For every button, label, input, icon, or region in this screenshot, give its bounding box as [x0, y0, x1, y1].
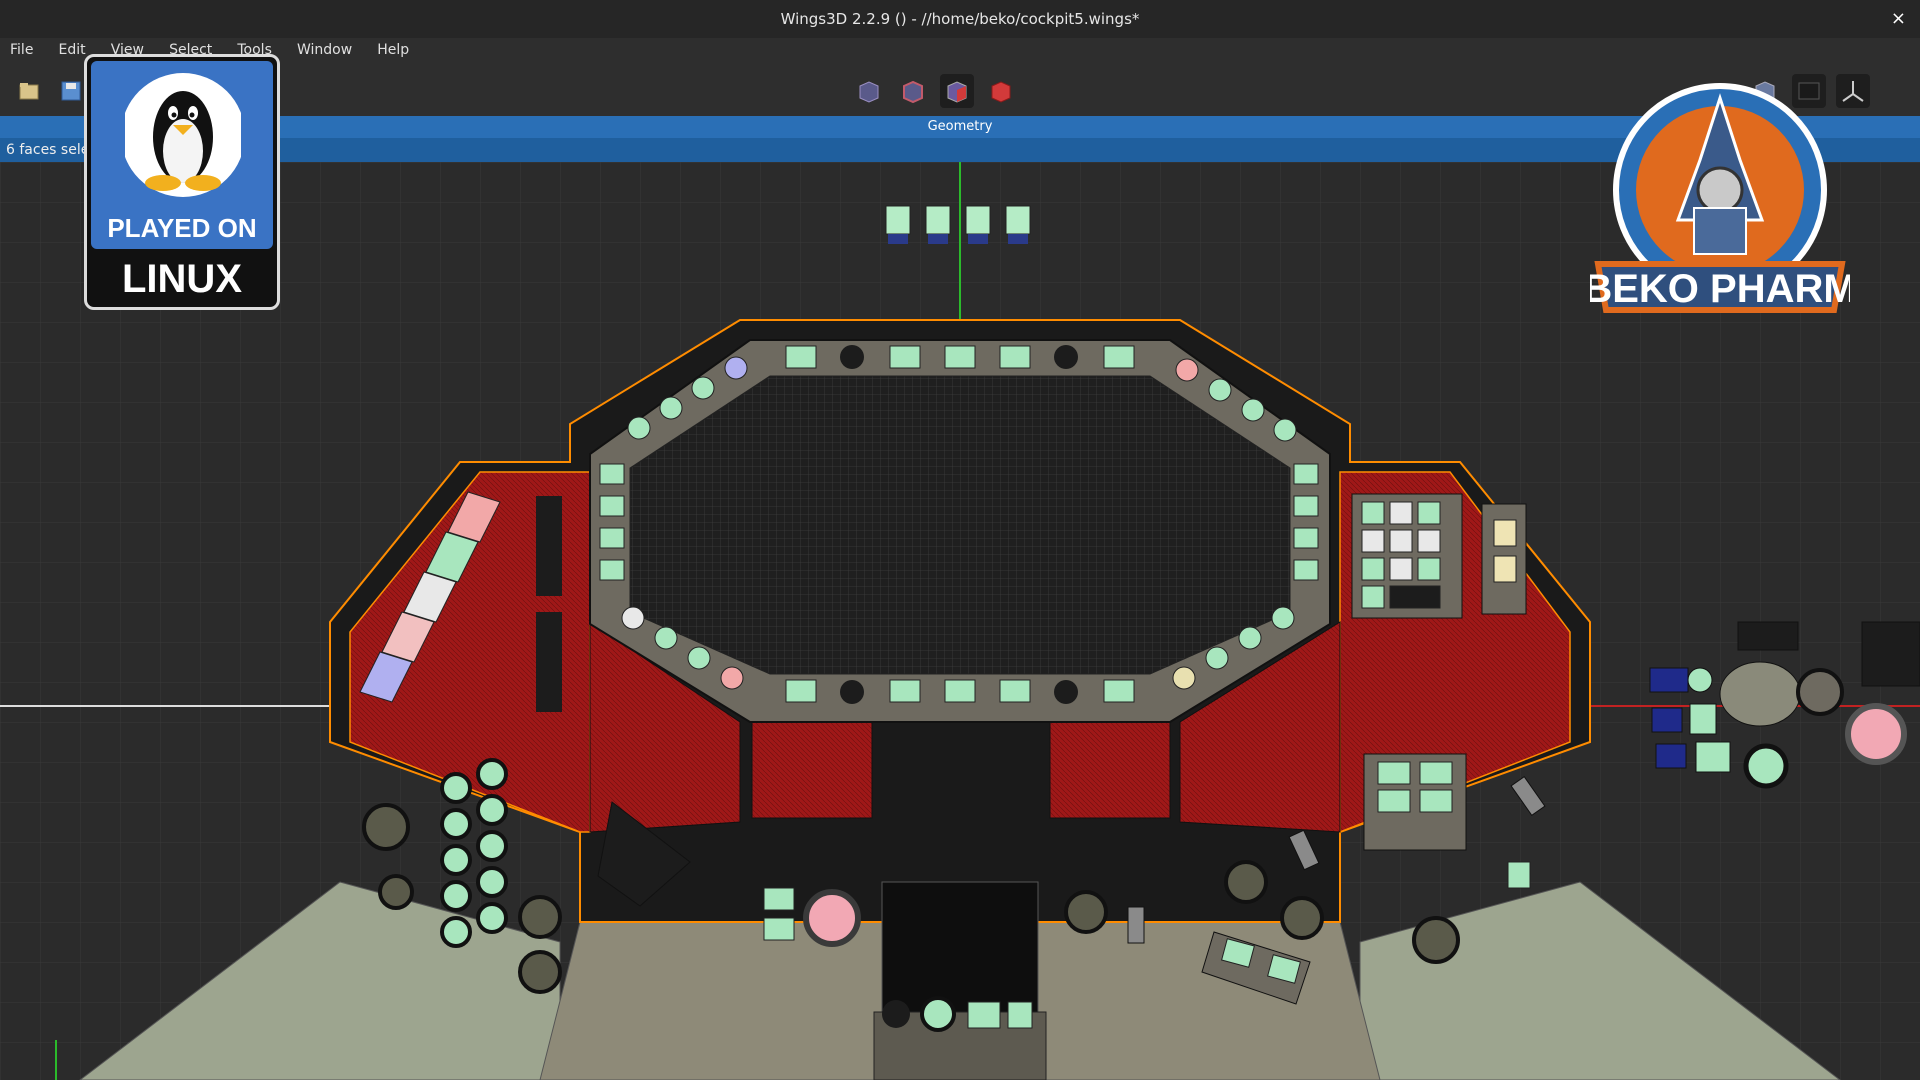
folder-icon — [19, 83, 39, 100]
tux-penguin-icon — [125, 73, 241, 197]
beko-pharm-logo: BEKO PHARM — [1590, 83, 1850, 313]
logo-text: BEKO PHARM — [1590, 267, 1850, 311]
center-left-panel — [751, 717, 873, 819]
window-title: Wings3D 2.2.9 () - //home/beko/cockpit5.… — [780, 10, 1140, 28]
open-file-button[interactable] — [12, 74, 46, 108]
edge-select-mode[interactable] — [896, 74, 930, 108]
edge-mode-icon — [903, 80, 923, 104]
face-select-mode[interactable] — [940, 74, 974, 108]
object-mode-icon — [991, 81, 1011, 103]
center-display — [881, 881, 1039, 1013]
object-select-mode[interactable] — [984, 74, 1018, 108]
menu-file[interactable]: File — [0, 38, 43, 58]
badge-line2: LINUX — [122, 257, 242, 301]
close-icon[interactable]: × — [1891, 0, 1906, 38]
save-file-button[interactable] — [54, 74, 88, 108]
menu-bar: File Edit View Select Tools Window Help — [0, 38, 1920, 64]
center-right-panel — [1049, 717, 1171, 819]
menu-help[interactable]: Help — [367, 38, 419, 58]
face-mode-icon — [947, 81, 967, 103]
vertex-select-mode[interactable] — [852, 74, 886, 108]
save-icon — [61, 81, 81, 101]
menu-window[interactable]: Window — [287, 38, 362, 58]
played-on-linux-badge: PLAYED ON LINUX — [84, 54, 280, 310]
title-bar: Wings3D 2.2.9 () - //home/beko/cockpit5.… — [0, 0, 1920, 39]
main-screen — [629, 375, 1291, 675]
badge-line1: PLAYED ON — [107, 213, 257, 243]
vertex-mode-icon — [859, 81, 879, 103]
